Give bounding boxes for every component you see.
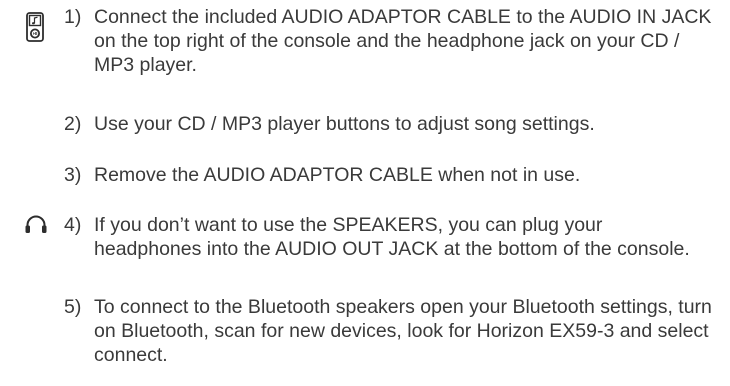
step-number: 4) <box>64 214 82 236</box>
step-number: 3) <box>64 164 82 186</box>
step-text: Connect the included AUDIO ADAPTOR CABLE… <box>94 6 712 76</box>
step-text: Use your CD / MP3 player buttons to adju… <box>94 113 595 135</box>
headphones-icon <box>25 215 47 233</box>
step-text: If you don’t want to use the SPEAKERS, y… <box>94 214 690 260</box>
mp3-player-icon <box>26 12 44 42</box>
step-number: 2) <box>64 113 82 135</box>
instructions-page: { "steps": [ { "number": "1)", "text": "… <box>0 0 730 386</box>
step-text: To connect to the Bluetooth speakers ope… <box>94 296 712 366</box>
step-number: 5) <box>64 296 82 318</box>
step-number: 1) <box>64 6 82 28</box>
step-text: Remove the AUDIO ADAPTOR CABLE when not … <box>94 164 581 186</box>
